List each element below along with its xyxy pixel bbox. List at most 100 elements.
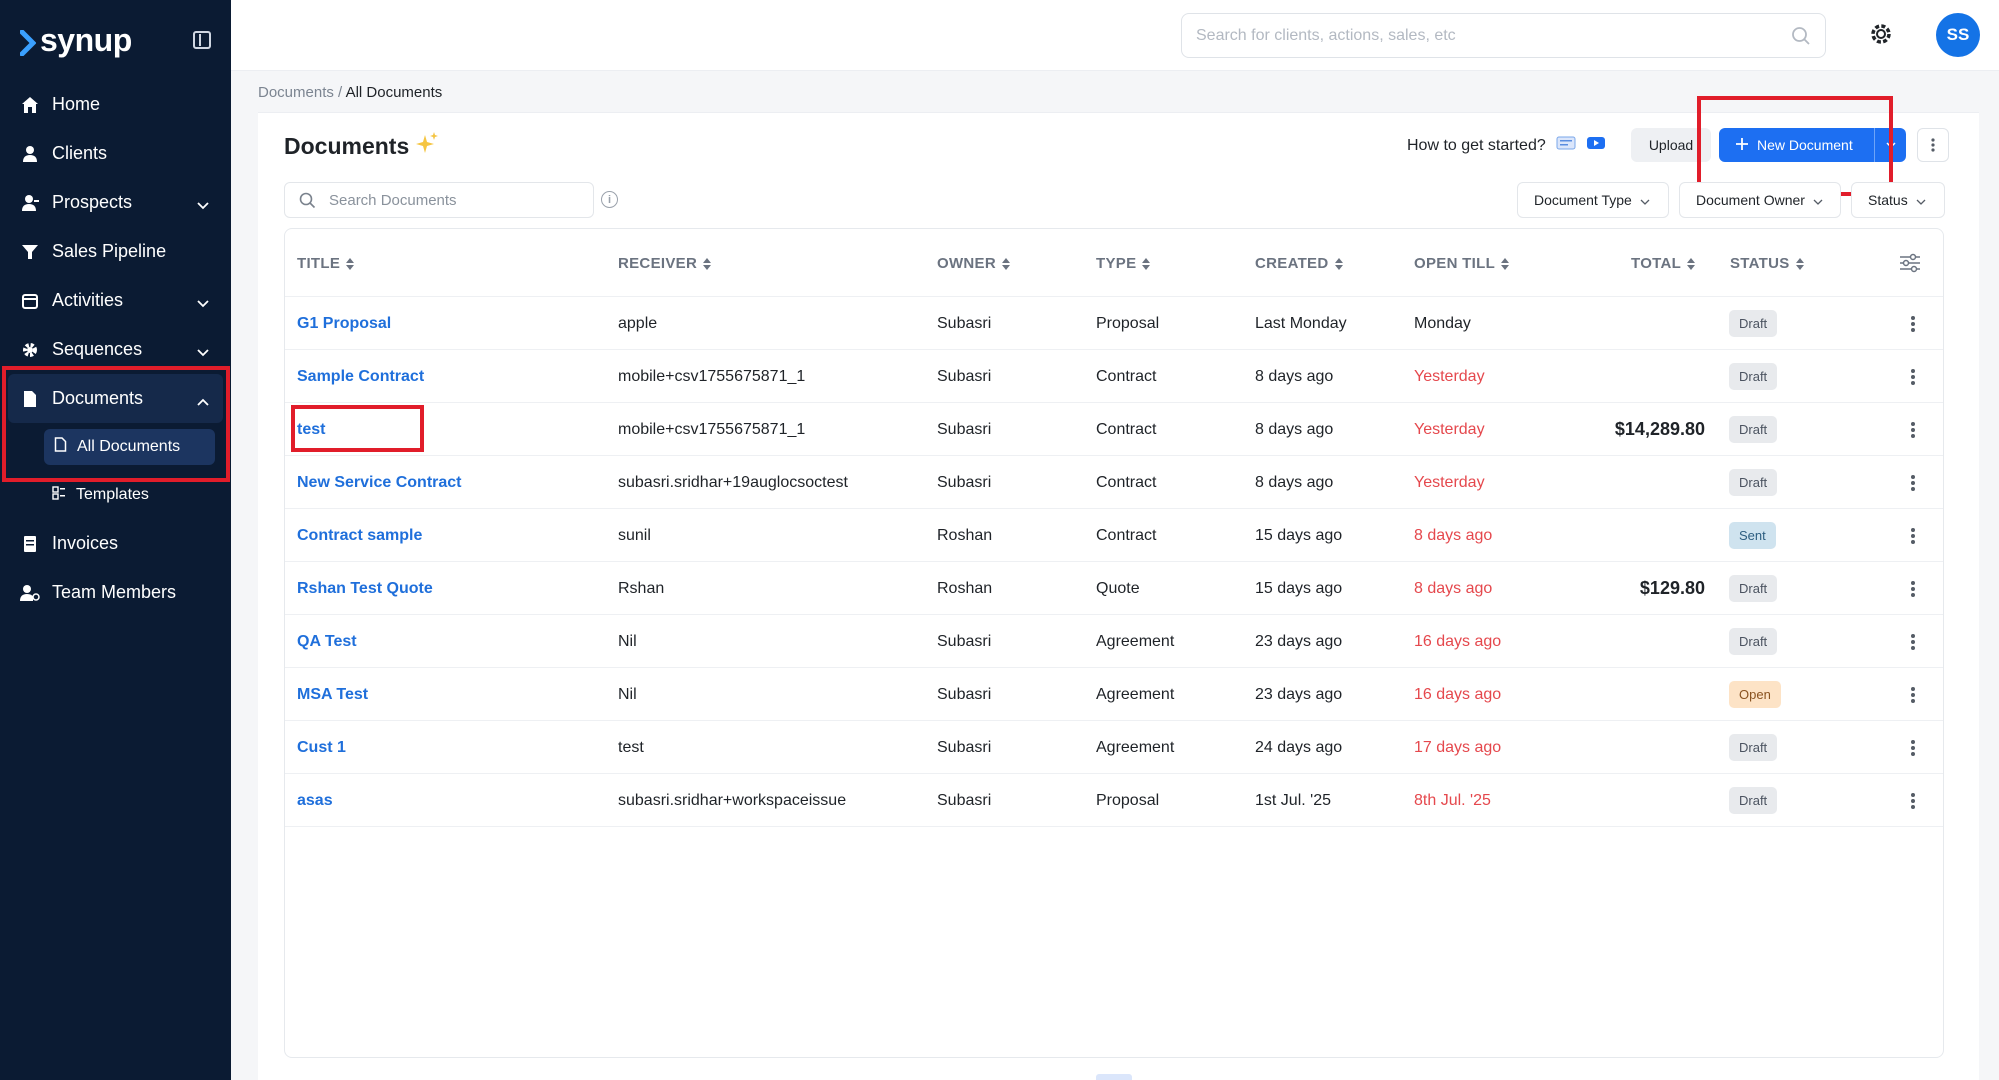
- cell-created: 23 days ago: [1255, 685, 1343, 703]
- row-more-icon[interactable]: [1911, 475, 1915, 491]
- new-document-button[interactable]: New Document: [1719, 128, 1906, 162]
- sidebar-item-team-members[interactable]: Team Members: [8, 568, 223, 617]
- cell-title[interactable]: Rshan Test Quote: [297, 562, 433, 615]
- upload-button[interactable]: Upload: [1631, 128, 1711, 162]
- cell-title[interactable]: MSA Test: [297, 668, 368, 721]
- how-to-get-started[interactable]: How to get started?: [1407, 135, 1606, 156]
- cell-created: 1st Jul. '25: [1255, 791, 1331, 809]
- cell-owner: Subasri: [937, 685, 992, 703]
- row-more-icon[interactable]: [1911, 581, 1915, 597]
- cell-total: $14,289.80: [1614, 419, 1705, 439]
- sort-icon: [1002, 257, 1010, 270]
- cell-title[interactable]: Sample Contract: [297, 350, 424, 403]
- cell-type: Contract: [1096, 420, 1157, 438]
- table-row[interactable]: asas subasri.sridhar+workspaceissue Subasr…: [285, 774, 1943, 827]
- filter-document-type[interactable]: Document Type: [1517, 182, 1669, 218]
- sidebar-item-prospects[interactable]: Prospects: [8, 178, 223, 227]
- topbar: Search for clients, actions, sales, etc …: [231, 0, 1999, 71]
- sidebar-subitem-all-documents[interactable]: All Documents: [44, 429, 215, 465]
- filter-document-owner[interactable]: Document Owner: [1679, 182, 1841, 218]
- row-more-icon[interactable]: [1911, 793, 1915, 809]
- cell-title[interactable]: New Service Contract: [297, 456, 462, 509]
- cell-open-till: Monday: [1414, 314, 1471, 332]
- table-row[interactable]: test mobile+csv1755675871_1 Subasri Contrac…: [285, 403, 1943, 456]
- cell-open-till: 17 days ago: [1414, 738, 1502, 756]
- row-more-icon[interactable]: [1911, 740, 1915, 756]
- table-row[interactable]: Rshan Test Quote Rshan Roshan Quote 15 days …: [285, 562, 1943, 615]
- row-more-icon[interactable]: [1911, 687, 1915, 703]
- sidebar-item-activities[interactable]: Activities: [8, 276, 223, 325]
- sidebar-item-sales-pipeline[interactable]: Sales Pipeline: [8, 227, 223, 276]
- avatar[interactable]: SS: [1936, 13, 1980, 57]
- document-search-input[interactable]: Search Documents: [284, 182, 594, 218]
- column-settings-icon[interactable]: [1899, 253, 1921, 278]
- row-more-icon[interactable]: [1911, 528, 1915, 544]
- status-badge: Draft: [1729, 628, 1778, 655]
- cell-owner: Roshan: [937, 579, 993, 597]
- chevron-down-icon: [1640, 192, 1650, 208]
- table-row[interactable]: Contract sample sunil Roshan Contract 15 day…: [285, 509, 1943, 562]
- sidebar-subitem-templates[interactable]: Templates: [8, 471, 223, 519]
- cell-title[interactable]: G1 Proposal: [297, 297, 391, 350]
- more-options-button[interactable]: [1917, 128, 1949, 162]
- guide-icon[interactable]: [1556, 135, 1576, 156]
- filter-status[interactable]: Status: [1851, 182, 1945, 218]
- cell-open-till: 16 days ago: [1414, 632, 1502, 650]
- row-more-icon[interactable]: [1911, 422, 1915, 438]
- column-title[interactable]: TITLE: [297, 255, 355, 272]
- table-row[interactable]: New Service Contract subasri.sridhar+19au…: [285, 456, 1943, 509]
- sort-icon: [1334, 257, 1343, 270]
- cell-created: 15 days ago: [1255, 526, 1343, 544]
- column-receiver[interactable]: RECEIVER: [618, 255, 712, 272]
- global-search-input[interactable]: Search for clients, actions, sales, etc: [1181, 13, 1826, 58]
- row-more-icon[interactable]: [1911, 634, 1915, 650]
- cell-open-till: 8 days ago: [1414, 579, 1493, 597]
- cell-owner: Subasri: [937, 420, 992, 438]
- cell-owner: Subasri: [937, 367, 992, 385]
- status-badge: Open: [1729, 681, 1781, 708]
- sidebar-item-invoices[interactable]: Invoices: [8, 519, 223, 568]
- column-status[interactable]: STATUS: [1730, 255, 1804, 272]
- sidebar-item-home[interactable]: Home: [8, 80, 223, 129]
- status-badge: Draft: [1729, 575, 1778, 602]
- info-icon[interactable]: i: [601, 191, 618, 208]
- sidebar-item-clients[interactable]: Clients: [8, 129, 223, 178]
- cell-title[interactable]: test: [297, 403, 325, 456]
- cell-open-till: Yesterday: [1414, 420, 1485, 438]
- cell-type: Agreement: [1096, 632, 1175, 650]
- table-row[interactable]: G1 Proposal apple Subasri Proposal Last Mond…: [285, 297, 1943, 350]
- cell-title[interactable]: asas: [297, 774, 333, 827]
- logo[interactable]: synup: [19, 22, 132, 59]
- chevron-down-icon: [1813, 192, 1823, 208]
- sidebar-collapse-icon[interactable]: [193, 31, 211, 49]
- sidebar-item-documents[interactable]: Documents: [8, 374, 223, 423]
- cell-title[interactable]: QA Test: [297, 615, 357, 668]
- table-row[interactable]: Cust 1 test Subasri Agreement 24 days ago 17 …: [285, 721, 1943, 774]
- row-more-icon[interactable]: [1911, 369, 1915, 385]
- new-document-dropdown[interactable]: [1874, 128, 1906, 162]
- settings-gear-icon[interactable]: [1869, 22, 1893, 51]
- sidebar-item-sequences[interactable]: Sequences: [8, 325, 223, 374]
- column-total[interactable]: TOTAL: [1631, 255, 1696, 272]
- cell-type: Contract: [1096, 473, 1157, 491]
- status-badge: Draft: [1729, 734, 1778, 761]
- calendar-icon: [20, 291, 40, 311]
- sidebar-nav: Home Clients Prospects Sales Pipeline Ac…: [0, 80, 231, 617]
- cell-type: Contract: [1096, 367, 1157, 385]
- table-row[interactable]: QA Test Nil Subasri Agreement 23 days ago 16 …: [285, 615, 1943, 668]
- breadcrumb-parent[interactable]: Documents: [258, 84, 334, 101]
- row-more-icon[interactable]: [1911, 316, 1915, 332]
- cell-owner: Roshan: [937, 526, 993, 544]
- documents-table: TITLE RECEIVER OWNER TYPE CREATED OPEN T…: [284, 228, 1944, 1058]
- column-type[interactable]: TYPE: [1096, 255, 1151, 272]
- column-owner[interactable]: OWNER: [937, 255, 1010, 272]
- cell-title[interactable]: Contract sample: [297, 509, 422, 562]
- cell-receiver: Rshan: [618, 579, 665, 597]
- column-created[interactable]: CREATED: [1255, 255, 1343, 272]
- table-row[interactable]: MSA Test Nil Subasri Agreement 23 days ago 16…: [285, 668, 1943, 721]
- column-open-till[interactable]: OPEN TILL: [1414, 255, 1510, 272]
- pagination-indicator[interactable]: [1096, 1074, 1132, 1080]
- cell-title[interactable]: Cust 1: [297, 721, 346, 774]
- table-row[interactable]: Sample Contract mobile+csv1755675871_1 Sub…: [285, 350, 1943, 403]
- video-play-icon[interactable]: [1586, 135, 1606, 156]
